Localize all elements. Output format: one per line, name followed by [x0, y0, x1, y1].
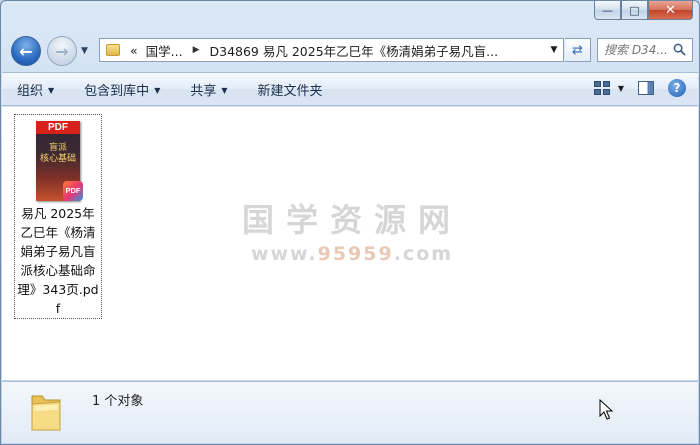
address-bar[interactable]: « 国学... ▶ D34869 易凡 2025年乙巳年《杨清娟弟子易凡盲...… — [99, 38, 564, 62]
share-label: 共享 — [190, 83, 217, 99]
back-button[interactable]: ← — [11, 36, 41, 66]
minimize-button[interactable]: — — [594, 1, 621, 20]
new-folder-button[interactable]: 新建文件夹 — [243, 80, 338, 99]
item-count: 1 个对象 — [92, 394, 144, 409]
organize-button[interactable]: 组织 ▼ — [2, 80, 69, 99]
search-box[interactable] — [597, 38, 693, 62]
details-pane: 1 个对象 — [2, 381, 698, 443]
back-arrow-icon: ← — [19, 41, 33, 61]
mouse-cursor-icon — [599, 399, 613, 420]
command-bar: 组织 ▼ 包含到库中 ▼ 共享 ▼ 新建文件夹 ▼ ? — [2, 72, 698, 106]
pdf-badge-icon: PDF — [63, 181, 83, 201]
watermark-title: 国学资源网 — [242, 201, 463, 239]
folder-icon — [31, 395, 61, 431]
chevron-down-icon: ▼ — [221, 85, 228, 95]
maximize-button[interactable]: □ — [621, 1, 648, 20]
navigation-bar: ← → ▼ « 国学... ▶ D34869 易凡 2025年乙巳年《杨清娟弟子… — [9, 34, 693, 66]
chevron-right-icon[interactable]: ▶ — [187, 45, 206, 55]
include-library-label: 包含到库中 — [84, 83, 150, 99]
organize-label: 组织 — [17, 83, 44, 99]
caption-buttons: — □ ✕ — [594, 1, 693, 20]
close-button[interactable]: ✕ — [648, 1, 693, 20]
thumbnail-pdf-label: PDF — [36, 121, 80, 134]
include-library-button[interactable]: 包含到库中 ▼ — [69, 80, 175, 99]
breadcrumb-item-root[interactable]: 国学... — [142, 41, 187, 60]
forward-button[interactable]: → — [47, 36, 77, 66]
views-icon — [593, 81, 610, 95]
breadcrumb-item-current[interactable]: D34869 易凡 2025年乙巳年《杨清娟弟子易凡盲... — [206, 41, 503, 60]
file-name[interactable]: 易凡 2025年乙巳年《杨清娟弟子易凡盲派核心基础命理》343页.pdf — [17, 204, 99, 318]
recent-pages-dropdown[interactable]: ▼ — [81, 46, 88, 56]
watermark: 国学资源网 www.95959.com — [242, 195, 462, 265]
share-button[interactable]: 共享 ▼ — [175, 80, 242, 99]
address-dropdown[interactable]: ▼ — [545, 45, 563, 55]
preview-pane-icon[interactable] — [638, 81, 654, 95]
watermark-url: www.95959.com — [250, 243, 454, 265]
explorer-window: — □ ✕ ← → ▼ « 国学... ▶ D34869 易凡 2025年乙巳年… — [0, 0, 700, 445]
file-list[interactable]: PDF 盲派 核心基础 PDF 易凡 2025年乙巳年《杨清娟弟子易凡盲派核心基… — [2, 107, 698, 380]
search-input[interactable] — [604, 43, 668, 57]
thumbnail-title: 盲派 核心基础 — [39, 143, 76, 164]
refresh-icon: ⇄ — [572, 42, 583, 58]
search-icon[interactable] — [673, 43, 686, 56]
forward-arrow-icon: → — [55, 41, 69, 61]
help-icon[interactable]: ? — [668, 79, 686, 97]
refresh-button[interactable]: ⇄ — [565, 38, 591, 62]
chevron-down-icon: ▼ — [617, 83, 624, 93]
file-item-pdf[interactable]: PDF 盲派 核心基础 PDF 易凡 2025年乙巳年《杨清娟弟子易凡盲派核心基… — [14, 114, 102, 319]
view-controls: ▼ ? — [593, 79, 686, 97]
chevron-down-icon: ▼ — [154, 85, 161, 95]
chevron-down-icon: ▼ — [48, 85, 55, 95]
change-view-button[interactable]: ▼ — [593, 81, 624, 95]
folder-icon — [106, 44, 120, 56]
breadcrumb-overflow[interactable]: « — [126, 43, 142, 58]
